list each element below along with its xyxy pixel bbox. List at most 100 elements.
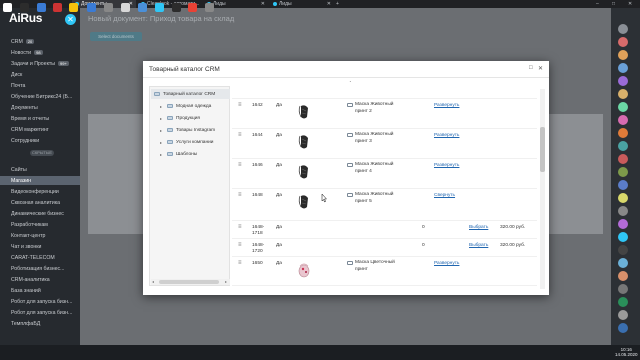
sidebar-item[interactable]: Сайты (0, 165, 80, 174)
expand-link[interactable]: Развернуть (434, 103, 459, 108)
horizontal-scrollbar[interactable]: ◂ ▸ (151, 279, 230, 285)
avatar[interactable] (618, 115, 628, 125)
new-tab-icon[interactable]: + (336, 0, 339, 8)
scroll-thumb[interactable] (540, 127, 545, 172)
select-documents-button[interactable]: Select documents (90, 32, 142, 41)
table-row[interactable]: ≡ 1646 Да Маска Животный принт 4 Развернуть (232, 159, 537, 189)
avatar[interactable] (618, 24, 628, 34)
drag-handle-icon[interactable]: ≡ (238, 162, 242, 168)
avatar[interactable] (618, 102, 628, 112)
table-row[interactable]: ≡ 1648- 1720 Да Выбрать 0 320.00 руб. (232, 239, 537, 257)
expand-arrow-icon[interactable]: ▸ (160, 128, 164, 133)
expand-arrow-icon[interactable]: ▸ (160, 140, 164, 145)
sidebar-item[interactable]: CRM-аналитика (0, 275, 80, 284)
table-row[interactable]: принт 1 (232, 81, 537, 99)
close-window-button[interactable]: ✕ (628, 0, 632, 8)
sidebar-item[interactable]: Сквозная аналитика (0, 198, 80, 207)
tree-item[interactable]: ▸ Шаблоны (160, 149, 197, 159)
sidebar-item[interactable]: Новости 98 (0, 48, 80, 57)
avatar[interactable] (618, 219, 628, 229)
avatar[interactable] (618, 245, 628, 255)
taskbar-app-icon[interactable] (37, 3, 46, 12)
sidebar-item[interactable]: Задачи и Проекты 99+ (0, 59, 80, 68)
taskbar-app-icon[interactable] (138, 3, 147, 12)
avatar[interactable] (618, 76, 628, 86)
sidebar-item[interactable]: Разработчикам (0, 220, 80, 229)
select-link[interactable]: Выбрать (469, 243, 488, 248)
table-row[interactable]: ≡ 1648- 1718 Да Выбрать 0 320.00 руб. (232, 221, 537, 239)
sidebar-item[interactable]: Сотрудники (0, 136, 80, 145)
sidebar-item[interactable]: Робот для запуска бизн... (0, 308, 80, 317)
avatar[interactable] (618, 50, 628, 60)
taskbar-app-icon[interactable] (188, 3, 197, 12)
taskbar-app-icon[interactable] (104, 3, 113, 12)
scroll-right-icon[interactable]: ▸ (225, 279, 227, 284)
close-tab-icon[interactable]: ✕ (327, 1, 331, 7)
expand-link[interactable]: Свернуть (434, 193, 455, 198)
avatar[interactable] (618, 258, 628, 268)
minimize-button[interactable]: – (596, 0, 599, 8)
vertical-scrollbar[interactable] (540, 89, 545, 289)
sidebar-item[interactable]: Динамические бизнес (0, 209, 80, 218)
expand-arrow-icon[interactable]: ▸ (160, 152, 164, 157)
menu-separator[interactable]: СКРЫТЫЕ (30, 150, 54, 156)
table-row[interactable]: ≡ 1650 Да Маска Цветочный принт Развернуть (232, 257, 537, 286)
avatar[interactable] (618, 323, 628, 333)
tree-root[interactable]: Товарный каталог CRM (151, 89, 230, 99)
expand-arrow-icon[interactable]: ▸ (160, 104, 164, 109)
expand-arrow-icon[interactable]: ▸ (160, 116, 164, 121)
avatar[interactable] (618, 284, 628, 294)
expand-link[interactable]: Развернуть (434, 163, 459, 168)
scroll-left-icon[interactable]: ◂ (152, 279, 154, 284)
sidebar-item[interactable]: База знаний (0, 286, 80, 295)
avatar[interactable] (618, 297, 628, 307)
tree-item[interactable]: ▸ Модная одежда (160, 101, 211, 111)
drag-handle-icon[interactable]: ≡ (238, 260, 242, 266)
taskbar-app-icon[interactable] (20, 3, 29, 12)
expand-link[interactable]: Развернуть (434, 261, 459, 266)
taskbar-app-icon[interactable] (87, 3, 96, 12)
table-row[interactable]: ≡1652ДаМаска Цветочный (232, 286, 537, 288)
sidebar-item[interactable]: CRM маркетинг (0, 125, 80, 134)
sidebar-item[interactable]: CARAT-TELECOM (0, 253, 80, 262)
tree-item[interactable]: ▸ Услуги компании (160, 137, 213, 147)
close-icon[interactable]: ✕ (538, 65, 543, 72)
expand-link[interactable]: Развернуть (434, 133, 459, 138)
taskbar-app-icon[interactable] (155, 3, 164, 12)
select-link[interactable]: Выбрать (469, 225, 488, 230)
drag-handle-icon[interactable]: ≡ (238, 132, 242, 138)
avatar[interactable] (618, 232, 628, 242)
sidebar-item[interactable]: Видеоконференции (0, 187, 80, 196)
maximize-button[interactable]: □ (612, 0, 615, 8)
taskbar-app-icon[interactable] (3, 3, 12, 12)
taskbar-app-icon[interactable] (69, 3, 78, 12)
drag-handle-icon[interactable]: ≡ (238, 242, 242, 248)
drag-handle-icon[interactable]: ≡ (238, 102, 242, 108)
avatar[interactable] (618, 310, 628, 320)
avatar[interactable] (618, 37, 628, 47)
sidebar-item[interactable]: Диск (0, 70, 80, 79)
sidebar-item[interactable]: Почта (0, 81, 80, 90)
avatar[interactable] (618, 89, 628, 99)
avatar[interactable] (618, 206, 628, 216)
table-row[interactable]: ≡ 1648 Да Маска Животный принт 5 Свернуть (232, 189, 537, 221)
avatar[interactable] (618, 63, 628, 73)
scroll-thumb[interactable] (159, 280, 219, 284)
table-row[interactable]: ≡ 1642 Да Маска Животный принт 2 Развернуть (232, 99, 537, 129)
sidebar-item[interactable]: ТемплфаБД (0, 319, 80, 328)
avatar[interactable] (618, 141, 628, 151)
sidebar-item[interactable]: CRM 20 (0, 37, 80, 46)
avatar[interactable] (618, 193, 628, 203)
drag-handle-icon[interactable]: ≡ (238, 192, 242, 198)
taskbar-app-icon[interactable] (53, 3, 62, 12)
table-row[interactable]: ≡ 1644 Да Маска Животный принт 3 Развернуть (232, 129, 537, 159)
expand-icon[interactable]: □ (529, 65, 533, 71)
sidebar-item[interactable]: Чат и звонки (0, 242, 80, 251)
browser-tab[interactable]: Лиды ✕ (270, 0, 334, 8)
avatar[interactable] (618, 167, 628, 177)
avatar[interactable] (618, 128, 628, 138)
avatar[interactable] (618, 180, 628, 190)
sidebar-item[interactable]: Роботизация бизнес... (0, 264, 80, 273)
sidebar-item[interactable]: Документы (0, 103, 80, 112)
close-tab-icon[interactable]: ✕ (261, 1, 265, 7)
